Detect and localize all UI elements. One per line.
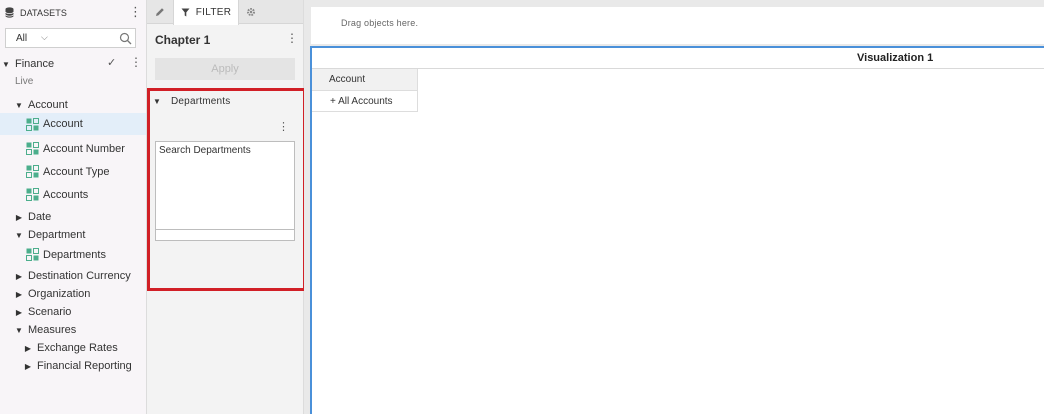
caret-down-icon[interactable]: ▼: [15, 101, 23, 110]
tree-item-label: Account Type: [43, 166, 110, 178]
tree-item-finance[interactable]: ▼ Finance: [0, 54, 146, 74]
highlight-box: [147, 88, 306, 291]
tree-item-label: Financial Reporting: [37, 360, 132, 372]
caret-right-icon[interactable]: ▶: [15, 213, 23, 222]
attribute-icon: [26, 248, 39, 261]
caret-right-icon[interactable]: ▶: [15, 272, 23, 281]
tree-item-account-type[interactable]: Account Type: [0, 162, 146, 182]
tree-item-label: Department: [28, 229, 86, 241]
column-header-account[interactable]: Account: [312, 69, 418, 91]
tree-item-label: Departments: [43, 249, 106, 261]
tree-item-scenario[interactable]: ▶ Scenario: [0, 302, 146, 322]
tree-item-label: Scenario: [28, 306, 72, 318]
caret-right-icon[interactable]: ▶: [24, 344, 32, 353]
datasets-menu-icon[interactable]: ⋮: [129, 5, 142, 19]
database-icon: [5, 7, 14, 18]
caret-down-icon[interactable]: ▼: [2, 60, 10, 69]
caret-right-icon[interactable]: ▶: [24, 362, 32, 371]
tree-item-date[interactable]: ▶ Date: [0, 207, 146, 227]
attribute-icon: [26, 188, 39, 201]
tree-item-account[interactable]: Account: [0, 113, 146, 135]
tree-item-account-group[interactable]: ▼ Account: [0, 95, 146, 115]
tree-item-department[interactable]: ▼ Department: [0, 225, 146, 245]
apply-button[interactable]: Apply: [155, 58, 295, 80]
caret-down-icon[interactable]: ▼: [15, 326, 23, 335]
dataset-filter-select[interactable]: All ⌵: [5, 28, 136, 48]
tree-item-label: Account Number: [43, 143, 125, 155]
attribute-icon: [26, 142, 39, 155]
tree-item-account-number[interactable]: Account Number: [0, 139, 146, 159]
divider: [312, 68, 1044, 69]
tree-item-label: Account: [28, 99, 68, 111]
tree-item-label: Measures: [28, 324, 77, 336]
attribute-icon: [26, 165, 39, 178]
tab-edit[interactable]: [147, 0, 173, 24]
tab-settings[interactable]: [239, 0, 263, 24]
check-icon: ✓: [107, 57, 117, 69]
tree-item-label: Account: [43, 118, 83, 130]
tree-item-label: Accounts: [43, 189, 89, 201]
tree-item-financial-reporting[interactable]: ▶ Financial Reporting: [0, 356, 146, 376]
drop-hint: Drag objects here.: [341, 18, 419, 28]
caret-right-icon[interactable]: ▶: [15, 308, 23, 317]
tree-item-exchange-rates[interactable]: ▶ Exchange Rates: [0, 338, 146, 358]
panel-tabs: FILTER: [147, 0, 303, 25]
tree-item-label: Exchange Rates: [37, 342, 118, 354]
datasets-title: DATASETS: [20, 8, 67, 18]
dataset-status: Live: [15, 76, 34, 87]
pencil-icon: [156, 8, 164, 16]
drop-zone[interactable]: Drag objects here.: [311, 7, 1044, 44]
tree-item-accounts[interactable]: Accounts: [0, 185, 146, 205]
tree-item-measures[interactable]: ▼ Measures: [0, 320, 146, 340]
chapter-menu-icon[interactable]: ⋮: [286, 31, 298, 45]
column-header-label: Account: [329, 74, 366, 85]
tree-item-departments[interactable]: Departments: [0, 245, 146, 265]
tree-item-label: Destination Currency: [28, 270, 131, 282]
filter-icon: [181, 8, 190, 17]
caret-right-icon[interactable]: ▶: [15, 290, 23, 299]
tree-item-organization[interactable]: ▶ Organization: [0, 284, 146, 304]
visualization[interactable]: Visualization 1 Account + All Accounts: [310, 46, 1044, 414]
gear-icon: [247, 8, 255, 16]
tree-item-label: Date: [28, 211, 52, 223]
datasets-panel: DATASETS ⋮ All ⌵ ▼ Finance ✓ ⋮ Live ▼ Ac…: [0, 0, 147, 414]
chevron-down-icon: ⌵: [41, 32, 48, 42]
table-row[interactable]: + All Accounts: [312, 91, 418, 112]
attribute-icon: [26, 118, 39, 131]
dataset-filter-value: All: [16, 33, 28, 44]
tree-item-destination-currency[interactable]: ▶ Destination Currency: [0, 266, 146, 286]
canvas: Drag objects here. Visualization 1 Accou…: [304, 0, 1044, 414]
finance-menu-icon[interactable]: ⋮: [130, 55, 142, 69]
caret-down-icon[interactable]: ▼: [15, 231, 23, 240]
tree-item-label: Finance: [15, 58, 55, 70]
tab-filter[interactable]: FILTER: [173, 0, 239, 25]
visualization-title: Visualization 1: [857, 52, 934, 64]
search-icon[interactable]: [119, 32, 132, 45]
datasets-header: DATASETS ⋮: [0, 0, 146, 25]
tab-filter-label: FILTER: [195, 7, 232, 18]
chapter-title: Chapter 1: [155, 33, 211, 47]
tree-item-label: Organization: [28, 288, 91, 300]
row-label-all-accounts[interactable]: + All Accounts: [330, 96, 393, 107]
